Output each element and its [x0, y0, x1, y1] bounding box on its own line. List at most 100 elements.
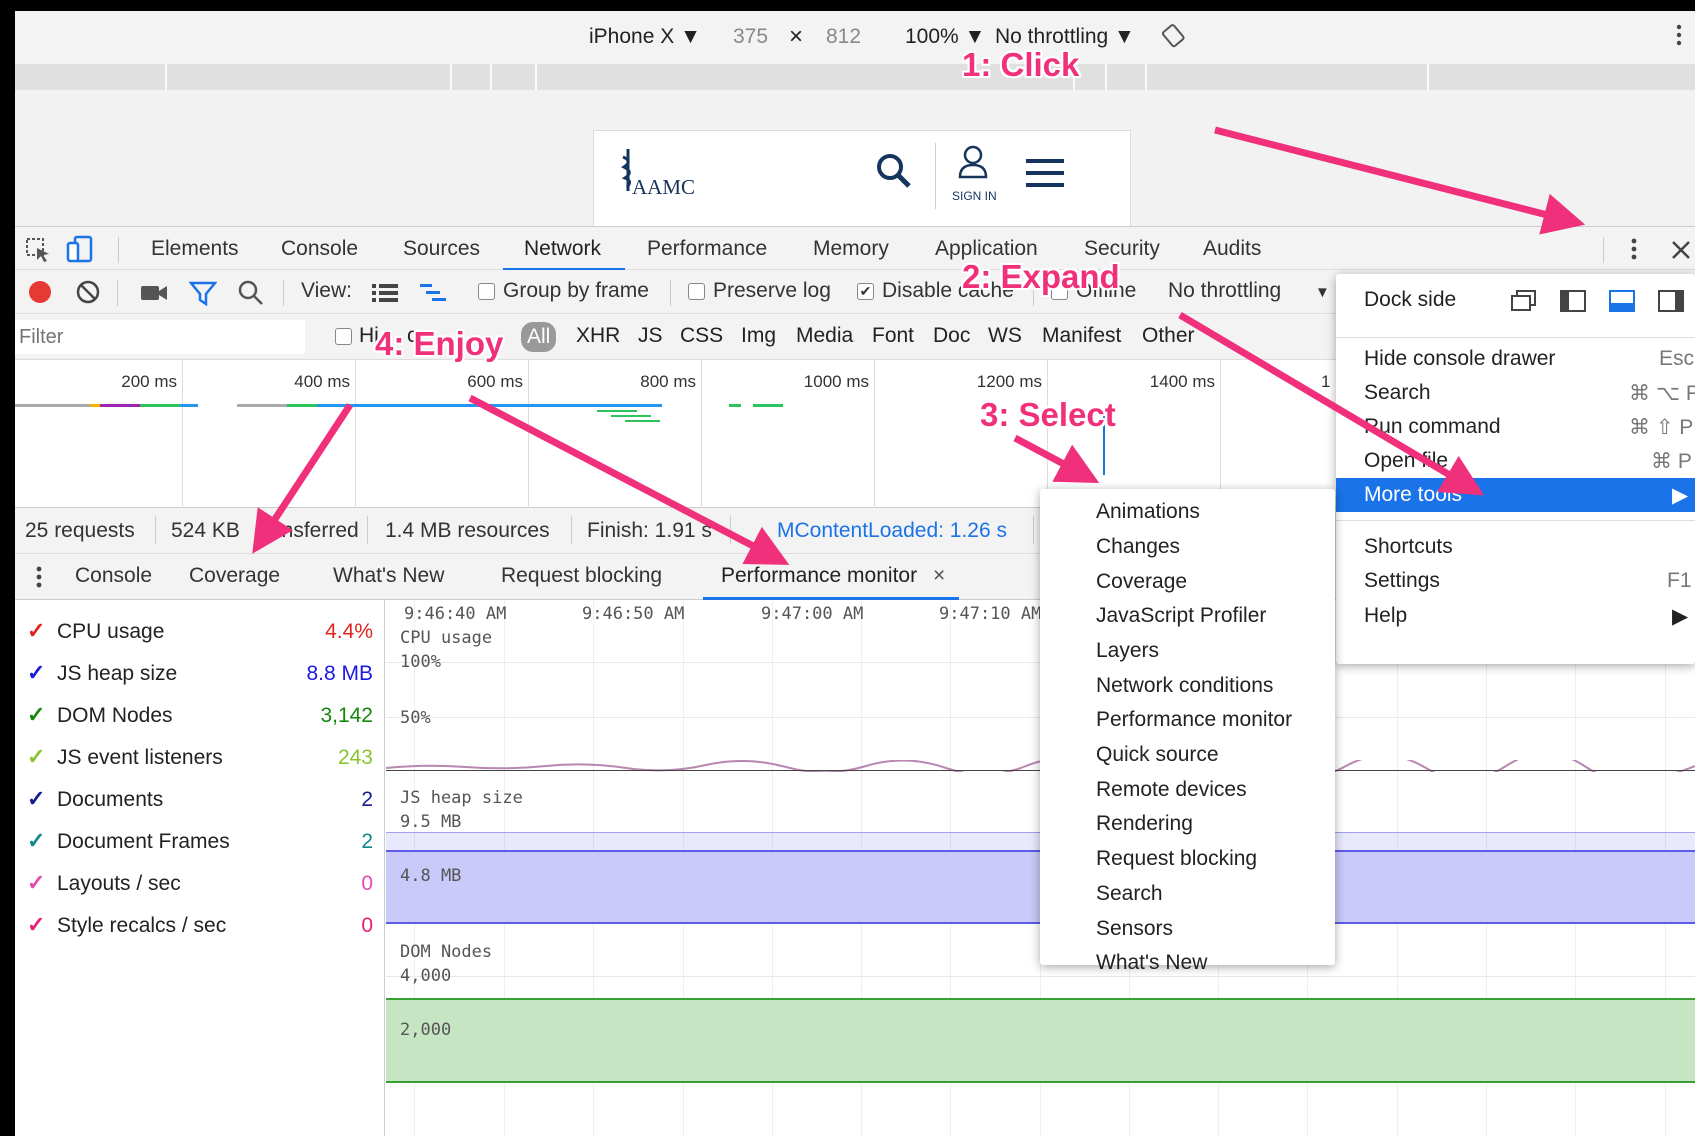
more-tools-whats-new[interactable]: What's New — [1040, 946, 1335, 980]
menu-more-tools[interactable]: More tools ▶ — [1336, 478, 1695, 512]
device-height-input[interactable]: 812 — [826, 25, 861, 49]
drawer-tab-console[interactable]: Console — [75, 564, 152, 588]
tab-sources[interactable]: Sources — [403, 237, 480, 261]
metric-js-heap-size[interactable]: ✓ JS heap size 8.8 MB — [15, 654, 385, 694]
user-icon[interactable] — [957, 145, 989, 179]
search-icon[interactable] — [876, 153, 912, 189]
network-throttling-select[interactable]: No throttling — [1168, 279, 1281, 303]
type-filter-manifest[interactable]: Manifest — [1042, 324, 1121, 348]
checkmark-icon[interactable]: ✓ — [27, 870, 45, 896]
menu-search[interactable]: Search ⌘ ⌥ F — [1336, 376, 1695, 410]
metric-cpu-usage[interactable]: ✓ CPU usage 4.4% — [15, 612, 385, 652]
more-tools-sensors[interactable]: Sensors — [1040, 912, 1335, 946]
drawer-menu-icon[interactable] — [35, 564, 43, 592]
metric-js-event-listeners[interactable]: ✓ JS event listeners 243 — [15, 738, 385, 778]
drawer-tab-coverage[interactable]: Coverage — [189, 564, 280, 588]
type-filter-font[interactable]: Font — [872, 324, 914, 348]
hide-data-urls-checkbox[interactable] — [335, 328, 352, 345]
menu-help[interactable]: Help ▶ — [1336, 599, 1695, 633]
undock-icon[interactable] — [1511, 290, 1537, 312]
more-tools-coverage[interactable]: Coverage — [1040, 565, 1335, 599]
preserve-log-checkbox[interactable] — [688, 283, 705, 300]
drawer-tab-request-blocking[interactable]: Request blocking — [501, 564, 662, 588]
type-filter-all[interactable]: All — [521, 322, 557, 352]
search-network-icon[interactable] — [238, 280, 264, 306]
checkmark-icon[interactable]: ✓ — [27, 702, 45, 728]
drawer-tab-performance-monitor[interactable]: Performance monitor — [721, 564, 917, 588]
device-menu-icon[interactable] — [1675, 23, 1683, 51]
screenshot-camera-icon[interactable] — [140, 283, 168, 303]
waterfall-overview-icon[interactable] — [420, 282, 448, 304]
dock-left-icon[interactable] — [1560, 290, 1586, 312]
metric-document-frames[interactable]: ✓ Document Frames 2 — [15, 822, 385, 862]
customize-devtools-menu: Dock side Hide console drawer Esc Search ⌘… — [1336, 274, 1695, 664]
tab-performance[interactable]: Performance — [647, 237, 767, 261]
menu-run-command[interactable]: Run command ⌘ ⇧ P — [1336, 410, 1695, 444]
tab-console[interactable]: Console — [281, 237, 358, 261]
type-filter-img[interactable]: Img — [741, 324, 776, 348]
sign-in-label[interactable]: SIGN IN — [952, 189, 997, 203]
resources-size: 1.4 MB resources — [385, 519, 550, 542]
metric-documents[interactable]: ✓ Documents 2 — [15, 780, 385, 820]
tab-memory[interactable]: Memory — [813, 237, 889, 261]
filter-input[interactable] — [15, 320, 305, 354]
type-filter-other[interactable]: Other — [1142, 324, 1195, 348]
dock-bottom-icon[interactable] — [1609, 290, 1635, 312]
type-filter-js[interactable]: JS — [638, 324, 663, 348]
checkmark-icon[interactable]: ✓ — [27, 912, 45, 938]
dock-right-icon[interactable] — [1658, 290, 1684, 312]
customize-devtools-menu-icon[interactable] — [1630, 236, 1638, 264]
tab-audits[interactable]: Audits — [1203, 237, 1261, 261]
checkmark-icon[interactable]: ✓ — [27, 786, 45, 812]
group-by-frame-checkbox[interactable] — [478, 283, 495, 300]
more-tools-rendering[interactable]: Rendering — [1040, 807, 1335, 841]
device-select[interactable]: iPhone X ▼ — [589, 25, 701, 49]
checkmark-icon[interactable]: ✓ — [27, 618, 45, 644]
time-label: 9:47:10 AM — [939, 604, 1042, 624]
close-drawer-tab-icon[interactable]: × — [933, 564, 945, 588]
more-tools-layers[interactable]: Layers — [1040, 634, 1335, 668]
drawer-tab-whats-new[interactable]: What's New — [333, 564, 444, 588]
more-tools-performance-monitor[interactable]: Performance monitor — [1040, 703, 1335, 737]
tab-elements[interactable]: Elements — [151, 237, 239, 261]
checkmark-icon[interactable]: ✓ — [27, 828, 45, 854]
metric-name: JS event listeners — [57, 746, 223, 769]
type-filter-xhr[interactable]: XHR — [576, 324, 620, 348]
more-tools-search[interactable]: Search — [1040, 877, 1335, 911]
inspect-element-icon[interactable] — [25, 237, 51, 263]
rotate-icon[interactable] — [1160, 21, 1188, 49]
throttling-dropdown-arrow-icon[interactable]: ▼ — [1315, 284, 1330, 301]
more-tools-remote-devices[interactable]: Remote devices — [1040, 773, 1335, 807]
more-tools-javascript-profiler[interactable]: JavaScript Profiler — [1040, 599, 1335, 633]
close-devtools-icon[interactable] — [1670, 239, 1692, 261]
more-tools-request-blocking[interactable]: Request blocking — [1040, 842, 1335, 876]
metric-dom-nodes[interactable]: ✓ DOM Nodes 3,142 — [15, 696, 385, 736]
menu-shortcuts[interactable]: Shortcuts — [1336, 530, 1695, 564]
type-filter-media[interactable]: Media — [796, 324, 853, 348]
more-tools-changes[interactable]: Changes — [1040, 530, 1335, 564]
disable-cache-checkbox[interactable]: ✔ — [857, 283, 874, 300]
menu-settings[interactable]: Settings F1 — [1336, 564, 1695, 598]
record-icon[interactable] — [27, 279, 53, 305]
more-tools-network-conditions[interactable]: Network conditions — [1040, 669, 1335, 703]
hamburger-menu-icon[interactable] — [1026, 159, 1064, 189]
device-width-input[interactable]: 375 — [733, 25, 768, 49]
metric-style-recalcs-per-sec[interactable]: ✓ Style recalcs / sec 0 — [15, 906, 385, 946]
type-filter-css[interactable]: CSS — [680, 324, 723, 348]
type-filter-ws[interactable]: WS — [988, 324, 1022, 348]
media-query-ruler[interactable] — [15, 64, 1695, 90]
checkmark-icon[interactable]: ✓ — [27, 744, 45, 770]
type-filter-doc[interactable]: Doc — [933, 324, 970, 348]
device-toolbar-icon[interactable] — [65, 235, 95, 265]
menu-hide-console-drawer[interactable]: Hide console drawer Esc — [1336, 342, 1695, 376]
large-rows-icon[interactable] — [372, 282, 398, 304]
metric-layouts-per-sec[interactable]: ✓ Layouts / sec 0 — [15, 864, 385, 904]
tab-network[interactable]: Network — [524, 237, 601, 261]
checkmark-icon[interactable]: ✓ — [27, 660, 45, 686]
menu-open-file[interactable]: Open file ⌘ P — [1336, 444, 1695, 478]
more-tools-animations[interactable]: Animations — [1040, 495, 1335, 529]
metric-name: JS heap size — [57, 662, 178, 685]
more-tools-quick-source[interactable]: Quick source — [1040, 738, 1335, 772]
clear-icon[interactable] — [75, 279, 101, 305]
filter-icon[interactable] — [189, 280, 217, 306]
